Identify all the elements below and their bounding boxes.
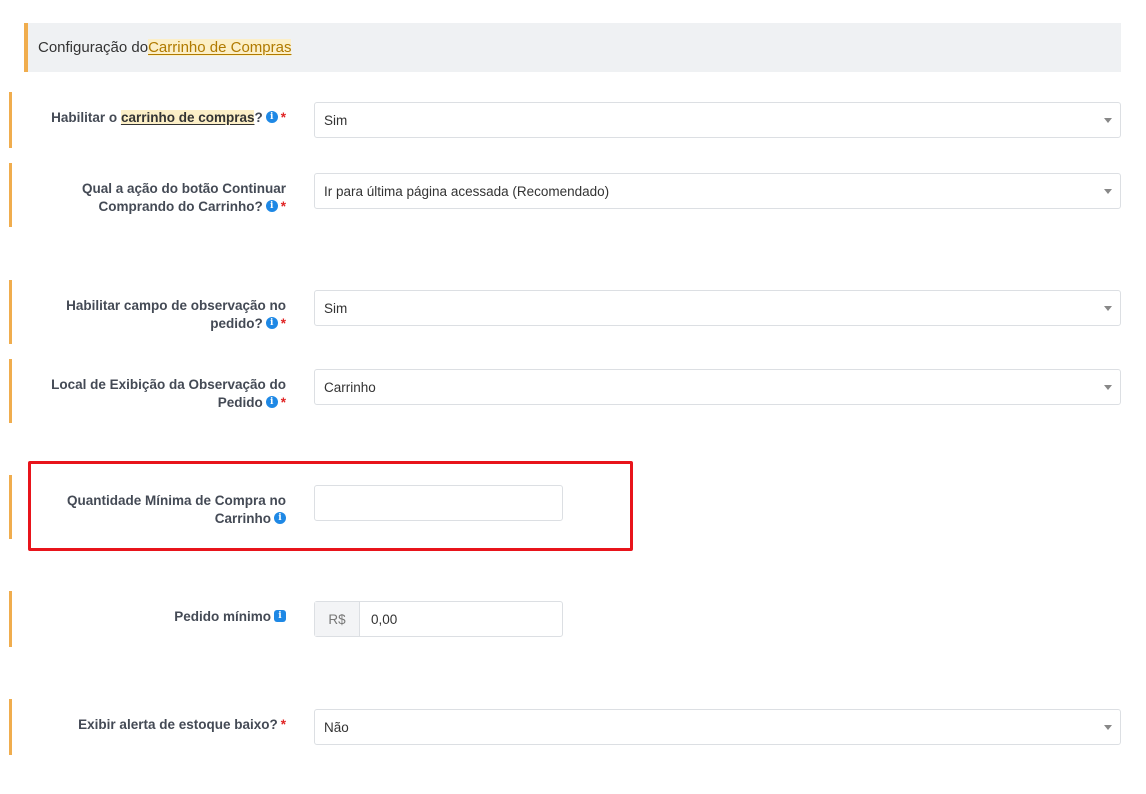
order-note-select[interactable]: Sim [314, 290, 1121, 326]
field-row-continue-action: Qual a ação do botão Continuar Comprando… [0, 163, 1146, 227]
field-row-order-note: Habilitar campo de observação no pedido?… [0, 280, 1146, 344]
label-text: Pedido [217, 395, 263, 410]
min-order-input[interactable]: 0,00 [360, 602, 562, 636]
highlight-annotation [28, 461, 633, 551]
label-text: Habilitar o [51, 110, 121, 125]
label-line-2: pedido? i * [14, 315, 286, 333]
chevron-down-icon [1104, 118, 1112, 123]
label-line-1: Qual a ação do botão Continuar [81, 181, 286, 196]
info-icon[interactable]: i [265, 396, 278, 409]
field-label: Pedido mínimo i [14, 608, 286, 626]
label-line-1: Habilitar campo de observação no [66, 298, 286, 313]
currency-addon: R$ [315, 602, 360, 636]
required-marker: * [280, 316, 286, 331]
label-line-1: Local de Exibição da Observação do [51, 377, 286, 392]
field-row-note-location: Local de Exibição da Observação do Pedid… [0, 359, 1146, 423]
accent-bar [9, 699, 12, 755]
cart-enabled-select[interactable]: Sim [314, 102, 1121, 138]
chevron-down-icon [1104, 725, 1112, 730]
accent-bar [9, 359, 12, 423]
field-row-low-stock-alert: Exibir alerta de estoque baixo? * Não [0, 699, 1146, 755]
low-stock-alert-select[interactable]: Não [314, 709, 1121, 745]
chevron-down-icon [1104, 385, 1112, 390]
info-icon[interactable]: i [265, 317, 278, 330]
required-marker: * [280, 110, 286, 125]
info-icon[interactable]: i [265, 200, 278, 213]
note-location-select[interactable]: Carrinho [314, 369, 1121, 405]
select-value: Não [324, 719, 349, 735]
accent-bar [9, 163, 12, 227]
label-suffix: ? [254, 110, 263, 125]
field-row-cart-enabled: Habilitar o carrinho de compras? i * Sim [0, 92, 1146, 148]
section-title-highlight[interactable]: Carrinho de Compras [148, 39, 292, 56]
accent-bar [9, 475, 12, 539]
label-text: Comprando do Carrinho? [98, 199, 263, 214]
field-row-min-order: Pedido mínimo i R$ 0,00 [0, 591, 1146, 647]
chevron-down-icon [1104, 306, 1112, 311]
required-marker: * [280, 395, 286, 410]
required-marker: * [280, 717, 286, 732]
label-line-2: Pedido i * [14, 394, 286, 412]
select-value: Sim [324, 300, 348, 316]
field-label: Habilitar o carrinho de compras? i * [14, 109, 286, 127]
label-text: Exibir alerta de estoque baixo? [78, 717, 278, 732]
continue-action-select[interactable]: Ir para última página acessada (Recomend… [314, 173, 1121, 209]
accent-bar [9, 591, 12, 647]
section-header: Configuração do Carrinho de Compras [24, 23, 1121, 72]
section-title-prefix: Configuração do [38, 39, 149, 56]
field-label: Local de Exibição da Observação do Pedid… [14, 376, 286, 412]
min-order-input-group: R$ 0,00 [314, 601, 563, 637]
select-value: Sim [324, 112, 348, 128]
required-marker: * [280, 199, 286, 214]
field-label: Habilitar campo de observação no pedido?… [14, 297, 286, 333]
label-highlight[interactable]: carrinho de compras [120, 110, 255, 125]
select-value: Ir para última página acessada (Recomend… [324, 183, 610, 199]
accent-bar [9, 280, 12, 344]
field-label: Exibir alerta de estoque baixo? * [14, 716, 286, 734]
accent-bar [9, 92, 12, 148]
field-label: Qual a ação do botão Continuar Comprando… [14, 180, 286, 216]
info-icon[interactable]: i [274, 610, 286, 623]
chevron-down-icon [1104, 189, 1112, 194]
select-value: Carrinho [324, 379, 376, 395]
label-text: pedido? [210, 316, 263, 331]
label-text: Pedido mínimo [174, 609, 271, 624]
info-icon[interactable]: i [265, 111, 278, 124]
label-line-2: Comprando do Carrinho? i * [14, 198, 286, 216]
